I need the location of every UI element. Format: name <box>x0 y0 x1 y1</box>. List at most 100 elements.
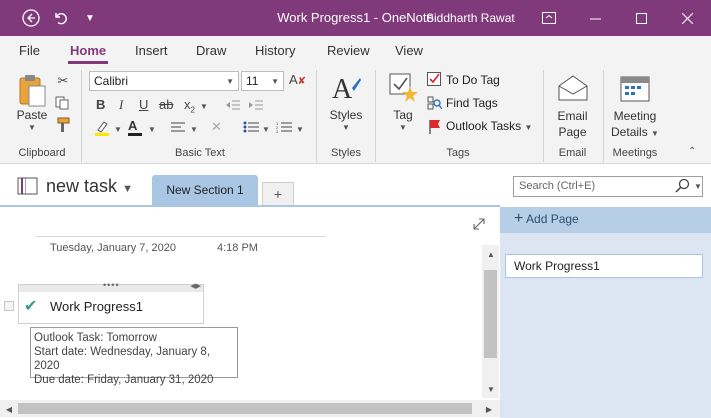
scroll-left-icon[interactable]: ◀ <box>2 402 16 416</box>
tag-icon[interactable] <box>388 72 420 109</box>
chevron-down-icon[interactable]: ▼ <box>200 102 208 111</box>
outlook-tasks-label: Outlook Tasks <box>446 119 522 133</box>
chevron-down-icon: ▼ <box>651 129 659 138</box>
bullets-icon[interactable] <box>243 121 259 136</box>
styles-dropdown-icon[interactable]: ▼ <box>342 123 350 132</box>
styles-button[interactable]: Styles <box>325 108 367 122</box>
user-name[interactable]: Siddharth Rawat <box>426 11 515 25</box>
note-container-grip[interactable]: •••• ◀▶ <box>19 280 203 292</box>
add-page-button[interactable]: + Add Page <box>514 210 579 228</box>
paste-dropdown-icon[interactable]: ▼ <box>28 123 36 132</box>
find-tags-icon[interactable] <box>427 96 443 114</box>
plus-icon: + <box>514 210 524 227</box>
expand-page-icon[interactable] <box>473 218 485 233</box>
tab-review[interactable]: Review <box>327 43 370 58</box>
back-icon[interactable] <box>21 8 41 28</box>
strikethrough-icon[interactable]: ab <box>159 97 173 112</box>
tooltip-start-date: Start date: Wednesday, January 8, 2020 <box>34 346 211 372</box>
subscript-icon[interactable]: x2 <box>184 97 195 115</box>
outlook-tasks-icon[interactable] <box>428 119 442 137</box>
page-list-item[interactable]: Work Progress1 <box>505 254 703 278</box>
meeting-details-icon[interactable] <box>619 73 651 106</box>
chevron-down-icon[interactable]: ▼ <box>114 125 122 134</box>
numbering-icon[interactable]: 123 <box>276 121 292 136</box>
scroll-up-icon[interactable]: ▲ <box>484 247 498 261</box>
add-section-button[interactable]: + <box>262 182 294 205</box>
paste-button[interactable]: Paste <box>14 108 50 122</box>
chevron-down-icon: ▼ <box>122 183 133 195</box>
outlook-tasks-button[interactable]: Outlook Tasks ▼ <box>446 119 532 133</box>
paragraph-handle[interactable] <box>4 301 14 311</box>
ribbon-display-options-icon[interactable] <box>539 8 559 28</box>
task-check-icon[interactable]: ✔ <box>24 296 37 316</box>
search-icon[interactable] <box>675 178 691 197</box>
ribbon-separator <box>316 70 317 162</box>
group-basic-text: Basic Text <box>175 147 225 159</box>
horizontal-scroll-thumb[interactable] <box>18 403 472 414</box>
maximize-button[interactable] <box>618 0 664 36</box>
increase-indent-icon[interactable] <box>248 99 264 114</box>
chevron-down-icon[interactable]: ▼ <box>296 125 304 134</box>
find-tags-button[interactable]: Find Tags <box>446 96 498 110</box>
customize-toolbar-icon[interactable]: ▼ <box>80 8 100 28</box>
font-name-select[interactable]: Calibri ▼ <box>89 71 239 91</box>
bold-icon[interactable]: B <box>96 97 105 112</box>
ribbon-separator <box>603 70 604 162</box>
align-icon[interactable] <box>171 121 185 136</box>
tab-home[interactable]: Home <box>70 43 106 58</box>
page-list-panel <box>500 207 711 418</box>
decrease-indent-icon[interactable] <box>225 99 241 114</box>
clear-icon[interactable]: ✕ <box>211 119 222 135</box>
meeting-details-label-line2: Details <box>611 125 648 139</box>
tab-new-section-1[interactable]: New Section 1 <box>152 175 258 205</box>
search-scope-dropdown-icon[interactable]: ▼ <box>694 182 702 191</box>
chevron-down-icon[interactable]: ▼ <box>148 125 156 134</box>
page-time: 4:18 PM <box>217 242 258 254</box>
scroll-down-icon[interactable]: ▼ <box>484 382 498 396</box>
tab-insert[interactable]: Insert <box>135 43 168 58</box>
collapse-ribbon-icon[interactable]: ⌃ <box>688 146 696 157</box>
ribbon-separator <box>81 70 82 162</box>
meeting-details-button[interactable]: Meeting Details ▼ <box>609 108 661 142</box>
title-underline <box>36 236 326 237</box>
font-color-icon[interactable]: A <box>128 118 142 136</box>
tag-dropdown-icon[interactable]: ▼ <box>399 123 407 132</box>
tab-file[interactable]: File <box>19 43 40 58</box>
italic-icon[interactable]: I <box>119 97 123 113</box>
tooltip-due-date: Due date: Friday, January 31, 2020 <box>34 374 214 386</box>
copy-icon[interactable] <box>55 96 69 113</box>
ribbon-separator <box>375 70 376 162</box>
chevron-down-icon: ▼ <box>271 77 279 86</box>
notebook-name[interactable]: new task ▼ <box>46 176 133 197</box>
group-meetings: Meetings <box>612 147 658 159</box>
font-size-select[interactable]: 11 ▼ <box>241 71 284 91</box>
tab-view[interactable]: View <box>395 43 423 58</box>
chevron-down-icon[interactable]: ▼ <box>190 125 198 134</box>
todo-tag-button[interactable]: To Do Tag <box>446 73 500 87</box>
group-tags: Tags <box>446 147 470 159</box>
todo-tag-icon[interactable] <box>427 72 442 90</box>
undo-icon[interactable] <box>50 8 70 28</box>
close-button[interactable] <box>664 0 710 36</box>
tooltip-task-line: Outlook Task: Tomorrow <box>34 332 157 344</box>
paste-icon[interactable] <box>16 72 48 108</box>
cut-icon[interactable]: ✂ <box>56 73 70 89</box>
vertical-scroll-thumb[interactable] <box>484 270 497 358</box>
tag-button[interactable]: Tag <box>386 108 420 122</box>
clear-formatting-icon[interactable]: A✘ <box>289 72 306 87</box>
format-painter-icon[interactable] <box>55 117 71 136</box>
font-name-value: Calibri <box>94 74 129 88</box>
resize-handle-icon: ◀▶ <box>190 283 201 290</box>
notebook-icon[interactable] <box>17 176 39 199</box>
chevron-down-icon[interactable]: ▼ <box>262 125 270 134</box>
styles-icon[interactable]: A <box>330 72 362 111</box>
underline-icon[interactable]: U <box>139 97 148 112</box>
tab-history[interactable]: History <box>255 43 295 58</box>
highlight-icon[interactable] <box>94 120 110 139</box>
minimize-button[interactable] <box>572 0 618 36</box>
tab-draw[interactable]: Draw <box>196 43 226 58</box>
email-page-button[interactable]: Email Page <box>550 108 595 140</box>
scroll-right-icon[interactable]: ▶ <box>482 402 496 416</box>
email-page-icon[interactable] <box>557 74 589 105</box>
note-task-text[interactable]: Work Progress1 <box>50 299 143 314</box>
